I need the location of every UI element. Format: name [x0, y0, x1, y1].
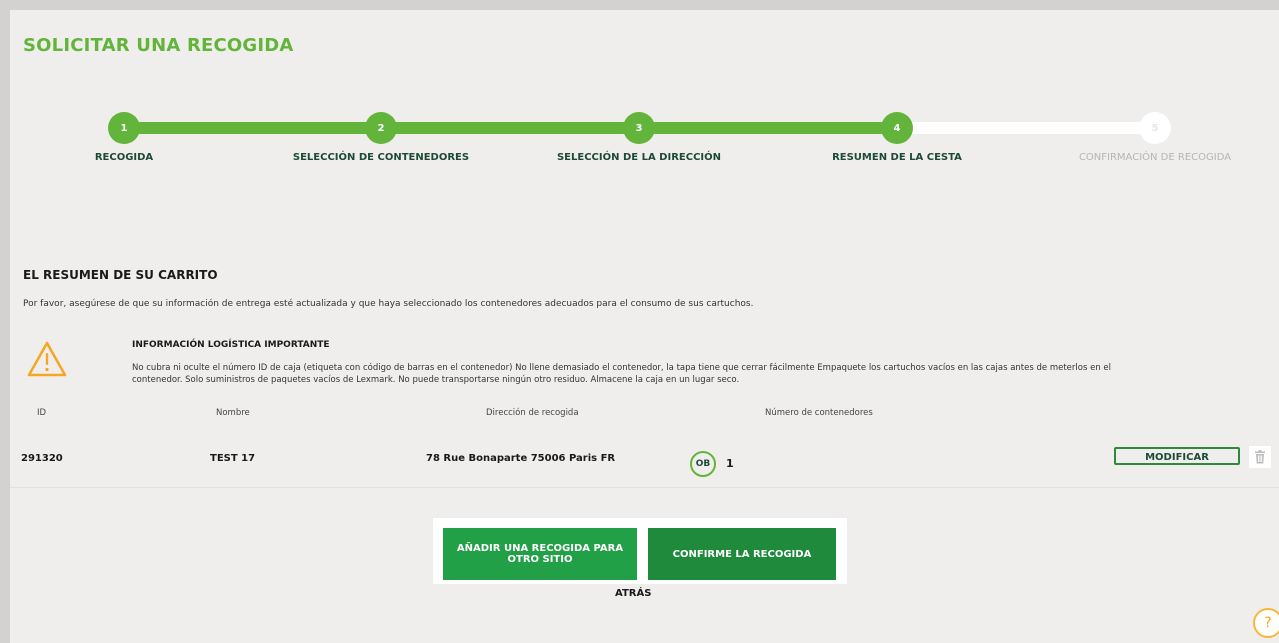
stepper-remaining-line [900, 122, 1156, 134]
logistics-info-text: No cubra ni oculte el número ID de caja … [132, 363, 1111, 385]
step-3-circle: 3 [623, 112, 655, 144]
step-4-circle: 4 [881, 112, 913, 144]
row-name: TEST 17 [210, 453, 256, 464]
warning-triangle-icon [26, 340, 68, 378]
column-header-address: Dirección de recogida [486, 408, 579, 418]
page-container: SOLICITAR UNA RECOGIDA 1 2 3 4 5 RECOGID… [10, 10, 1279, 643]
back-link[interactable]: ATRÁS [615, 588, 651, 599]
row-divider [10, 487, 1279, 488]
add-pickup-another-site-button[interactable]: AÑADIR UNA RECOGIDA PARA OTRO SITIO [443, 528, 637, 580]
cart-summary-title: EL RESUMEN DE SU CARRITO [23, 268, 218, 282]
container-count: 1 [726, 457, 734, 470]
modify-button[interactable]: MODIFICAR [1114, 447, 1240, 465]
logistics-info-title: INFORMACIÓN LOGÍSTICA IMPORTANTE [132, 340, 330, 350]
step-5-circle: 5 [1139, 112, 1171, 144]
step-5-label: CONFIRMACIÓN DE RECOGIDA [1078, 152, 1232, 163]
row-id: 291320 [21, 453, 63, 464]
column-header-containers: Número de contenedores [765, 408, 873, 418]
confirm-pickup-button[interactable]: CONFIRME LA RECOGIDA [648, 528, 836, 580]
cart-summary-description: Por favor, asegúrese de que su informaci… [23, 299, 754, 309]
step-1-circle: 1 [108, 112, 140, 144]
progress-stepper: 1 2 3 4 5 RECOGIDA SELECCIÓN DE CONTENED… [10, 10, 1279, 210]
trash-icon[interactable] [1249, 446, 1271, 468]
column-header-id: ID [37, 408, 47, 418]
step-2-circle: 2 [365, 112, 397, 144]
row-address: 78 Rue Bonaparte 75006 Paris FR [426, 453, 616, 464]
column-header-name: Nombre [216, 408, 250, 418]
step-1-label: RECOGIDA [94, 152, 154, 163]
step-3-label: SELECCIÓN DE LA DIRECCIÓN [556, 152, 721, 163]
container-type-badge: OB [690, 451, 716, 477]
step-2-label: SELECCIÓN DE CONTENEDORES [292, 152, 470, 163]
help-icon[interactable]: ? [1253, 608, 1279, 638]
step-4-label: RESUMEN DE LA CESTA [832, 152, 962, 163]
stepper-progress-line [124, 122, 900, 134]
